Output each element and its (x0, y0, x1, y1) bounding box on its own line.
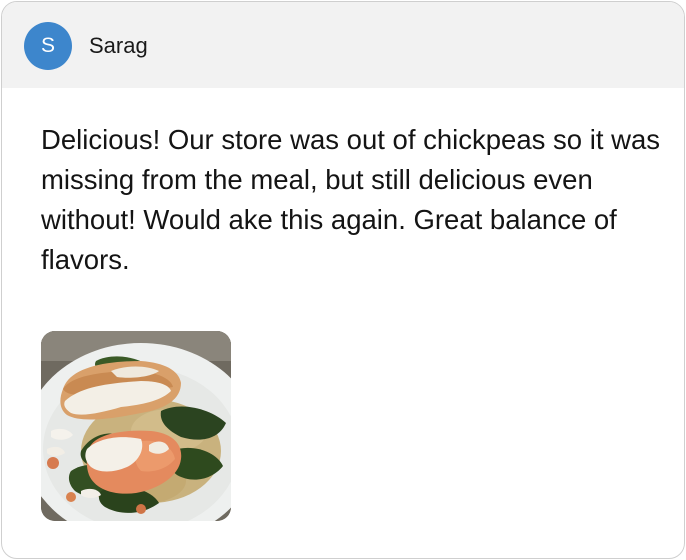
salmon-dish-image (41, 331, 231, 521)
author-name[interactable]: Sarag (89, 33, 148, 59)
review-text: Delicious! Our store was out of chickpea… (41, 124, 661, 275)
avatar[interactable]: S (24, 22, 72, 70)
review-photo[interactable] (41, 331, 231, 521)
review-header: S Sarag (2, 2, 684, 88)
review-card: S Sarag Delicious! Our store was out of … (1, 1, 685, 559)
